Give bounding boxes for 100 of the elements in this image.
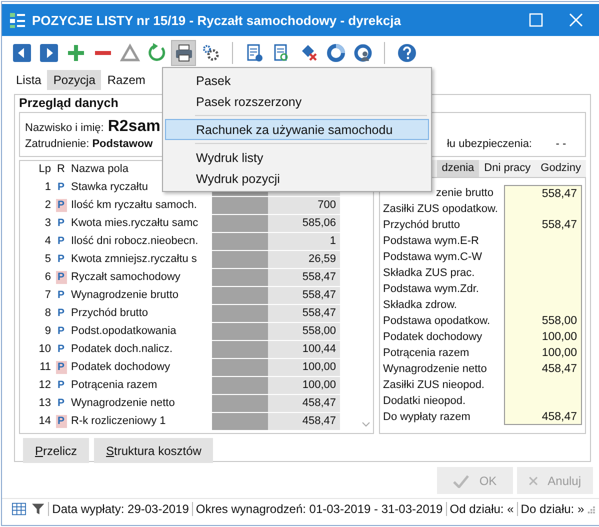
summary-label: Podstawa opodatkow. (382, 315, 492, 327)
row-number: 5 (20, 251, 54, 269)
row-number: 14 (20, 413, 54, 431)
summary-label: Do wypłaty razem (382, 411, 472, 423)
field-value: - - (554, 138, 568, 150)
check-icon (453, 474, 470, 488)
table-cell: 558,47 (268, 287, 340, 305)
type-letter: P (56, 217, 66, 230)
report-icon (244, 43, 264, 63)
table-cell: 100,00 (268, 377, 340, 395)
table-cell: 700 (268, 197, 340, 215)
row-number: 13 (20, 395, 54, 413)
row-number: 11 (20, 359, 54, 377)
tab[interactable]: Lista (10, 70, 48, 90)
row-number: 9 (20, 323, 54, 341)
table-icon[interactable] (12, 502, 26, 516)
shaded-cell (212, 323, 268, 341)
table-cell: 558,00 (268, 323, 340, 341)
row-number: 1 (20, 179, 54, 197)
next-icon (38, 43, 58, 63)
toolbar-button[interactable] (37, 41, 60, 65)
status-text: Okres wynagrodzeń: 01-03-2019 - 31-03-2019 (192, 502, 446, 516)
toolbar-button[interactable] (172, 41, 195, 65)
summary-value: 558,47 (504, 217, 582, 233)
shaded-cell (212, 359, 268, 377)
row-number: 3 (20, 215, 54, 233)
shaded-cell (212, 233, 268, 251)
toolbar-button[interactable] (324, 41, 347, 65)
type-letter: P (56, 397, 66, 410)
summary-label: Potrącenia razem (382, 347, 470, 359)
row-number: 6 (20, 269, 54, 287)
type-letter: P (56, 289, 66, 302)
help-icon (396, 43, 416, 63)
toolbar-button[interactable] (395, 41, 418, 65)
row-number: 2 (20, 197, 54, 215)
type-letter: P (56, 181, 66, 194)
summary-label: zenie brutto (435, 187, 494, 199)
type-letter: P (56, 199, 66, 212)
shaded-cell (212, 341, 268, 359)
shaded-cell (212, 413, 268, 431)
status-text: Data wypłaty: 29-03-2019 (48, 502, 192, 516)
summary-value: 558,47 (504, 185, 582, 201)
triangle-icon (120, 43, 140, 63)
menu-item[interactable]: Pasek rozszerzony (165, 91, 429, 112)
type-letter: P (56, 379, 66, 392)
menu-item[interactable]: Pasek (165, 70, 429, 91)
table-cell: 100,44 (268, 341, 340, 359)
table-cell: 558,47 (268, 269, 340, 287)
shaded-cell (212, 215, 268, 233)
table-cell: 585,06 (268, 215, 340, 233)
employee-name: R2sam (108, 118, 160, 136)
tab[interactable]: Razem (101, 70, 152, 90)
shaded-cell (212, 305, 268, 323)
summary-value: 100,00 (504, 329, 582, 345)
table-cell: 100,00 (268, 359, 340, 377)
type-letter: P (56, 307, 66, 320)
summary-value: 100,00 (504, 345, 582, 361)
tab[interactable]: Godziny (536, 160, 586, 177)
field-label: Nazwisko i imię: (25, 122, 104, 134)
summary-label: Dodatki nieopod. (382, 395, 467, 407)
maximize-icon[interactable] (529, 13, 543, 27)
tab[interactable]: Pozycja (47, 70, 102, 90)
summary-label: Podstawa wym.C-W (382, 251, 484, 263)
resize-grip-icon[interactable] (587, 504, 595, 514)
plus-icon (66, 43, 86, 63)
ring-person-icon (352, 43, 372, 63)
tab[interactable]: dzenia (436, 160, 480, 177)
filter-icon[interactable] (32, 502, 44, 516)
summary-label: Podstawa wym.E-R (382, 235, 480, 247)
summary-label: Składka ZUS prac. (382, 267, 476, 279)
column-header: R (54, 161, 68, 179)
tab[interactable]: Dni pracy (479, 160, 536, 177)
type-letter: P (56, 415, 66, 428)
shaded-cell (212, 377, 268, 395)
summary-label: Podstawa wym.Zdr. (382, 283, 480, 295)
toolbar-button[interactable] (10, 41, 33, 65)
summary-label: Składka zdrow. (382, 299, 458, 311)
action-button[interactable]: Przelicz (23, 438, 90, 463)
table-cell: 1 (268, 233, 340, 251)
previous-icon (12, 43, 32, 63)
summary-label: Zasiłki ZUS nieopod. (382, 379, 486, 391)
type-letter: P (56, 361, 66, 374)
summary-value: 458,47 (504, 409, 582, 425)
gears-icon (200, 43, 220, 63)
menu-item[interactable]: Rachunek za używanie samochodu (165, 119, 429, 140)
type-letter: P (56, 325, 66, 338)
close-icon[interactable] (569, 13, 583, 27)
summary-label: Zasiłki ZUS opodatkow. (382, 203, 499, 215)
window-title: POZYCJE LISTY nr 15/19 - Ryczałt samochodowy - dyrekcja (32, 12, 401, 28)
table-cell: 558,47 (268, 305, 340, 323)
type-letter: P (56, 271, 66, 284)
summary-label: Podatek dochodowy (382, 331, 484, 343)
shaded-cell (212, 395, 268, 413)
summary-label: Wynagrodzenie netto (382, 363, 488, 375)
column-header: Lp (20, 161, 54, 179)
field-value: Podstawow (92, 138, 153, 150)
table-cell: 26,59 (268, 251, 340, 269)
row-number: 10 (20, 341, 54, 359)
shaded-cell (212, 251, 268, 269)
action-button[interactable]: Struktura kosztów (94, 438, 214, 463)
